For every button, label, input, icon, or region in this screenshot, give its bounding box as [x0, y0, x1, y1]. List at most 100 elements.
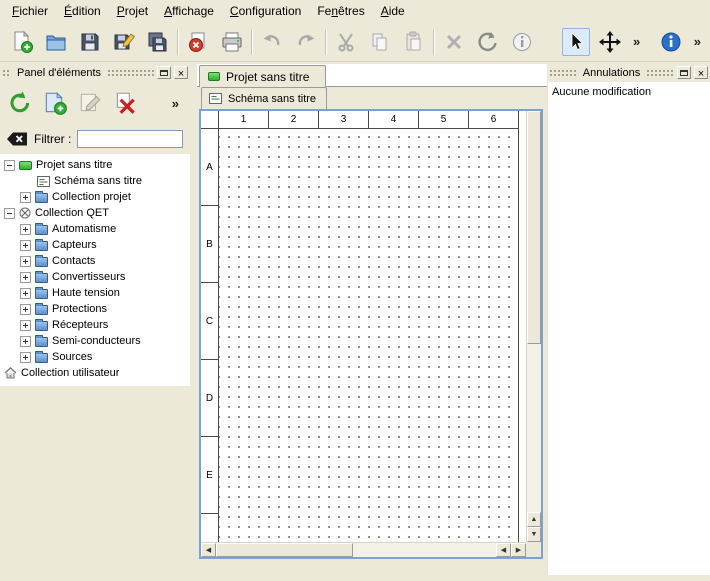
float-dock-button[interactable]: [157, 66, 171, 79]
expand-expander-icon[interactable]: [20, 304, 31, 315]
scroll-down-icon[interactable]: [527, 527, 541, 542]
tree-item-collection-utilisateur[interactable]: Collection utilisateur: [0, 365, 190, 381]
menu-label: ffichage: [172, 4, 214, 18]
tree-item-capteurs[interactable]: Capteurs: [0, 237, 190, 253]
menu-fichier[interactable]: Fichier: [4, 1, 56, 21]
close-dock-button[interactable]: [174, 66, 188, 79]
tree-item-collection-qet[interactable]: Collection QET: [0, 205, 190, 221]
rotate-icon[interactable]: [474, 28, 502, 56]
scroll-left-icon[interactable]: [201, 543, 216, 557]
undo-dock-title: Annulations: [580, 67, 644, 79]
paste-icon[interactable]: [400, 28, 428, 56]
scroll-left-icon[interactable]: [496, 543, 511, 557]
expand-expander-icon[interactable]: [20, 256, 31, 267]
tree-item-schema[interactable]: Schéma sans titre: [0, 173, 190, 189]
tree-item-contacts[interactable]: Contacts: [0, 253, 190, 269]
tools-toolbar-group: »: [562, 28, 643, 56]
tree-item-label: Haute tension: [52, 287, 120, 299]
filter-input[interactable]: [77, 130, 183, 148]
menu-edition[interactable]: Édition: [56, 1, 109, 21]
new-document-icon[interactable]: [8, 28, 36, 56]
edit-element-icon[interactable]: [76, 89, 104, 117]
toolbar-overflow-button[interactable]: »: [691, 34, 704, 49]
column-ruler: 1 2 3 4 5 6: [219, 111, 519, 129]
menu-aide[interactable]: Aide: [373, 1, 413, 21]
tree-item-label: Semi-conducteurs: [52, 335, 141, 347]
vertical-scrollbar-thumb[interactable]: [527, 111, 541, 344]
clear-filter-icon[interactable]: [6, 131, 28, 147]
expand-expander-icon[interactable]: [20, 224, 31, 235]
toolbar-overflow-button[interactable]: »: [630, 34, 643, 49]
move-tool-icon[interactable]: [596, 28, 624, 56]
menu-configuration[interactable]: Configuration: [222, 1, 309, 21]
tree-item-recepteurs[interactable]: Récepteurs: [0, 317, 190, 333]
elements-panel-titlebar[interactable]: Panel d'éléments: [0, 64, 190, 81]
tab-projet-sans-titre[interactable]: Projet sans titre: [199, 65, 326, 87]
tree-item-project[interactable]: Projet sans titre: [0, 157, 190, 173]
qet-collection-icon: [19, 207, 31, 219]
horizontal-scrollbar[interactable]: [201, 542, 526, 557]
open-icon[interactable]: [42, 28, 70, 56]
collapse-expander-icon[interactable]: [4, 208, 15, 219]
delete-icon[interactable]: [440, 28, 468, 56]
tree-item-label: Capteurs: [52, 239, 97, 251]
scroll-up-icon[interactable]: [527, 512, 541, 527]
tree-item-semi-conducteurs[interactable]: Semi-conducteurs: [0, 333, 190, 349]
schema-canvas[interactable]: [219, 129, 518, 542]
scroll-right-icon[interactable]: [511, 543, 526, 557]
expand-expander-icon[interactable]: [20, 352, 31, 363]
tree-item-convertisseurs[interactable]: Convertisseurs: [0, 269, 190, 285]
save-as-icon[interactable]: [110, 28, 138, 56]
qelectrotech-window: Fichier Édition Projet Affichage Configu…: [0, 0, 710, 581]
toolbar-separator: [325, 29, 327, 55]
vertical-scrollbar[interactable]: [526, 111, 541, 542]
expand-expander-icon[interactable]: [20, 336, 31, 347]
help-toolbar-group: »: [657, 28, 704, 56]
float-icon: [680, 70, 688, 76]
tab-schema-sans-titre[interactable]: Schéma sans titre: [201, 87, 327, 109]
float-dock-button[interactable]: [677, 66, 691, 79]
folder-icon: [35, 257, 48, 267]
expand-expander-icon[interactable]: [20, 288, 31, 299]
cut-icon[interactable]: [332, 28, 360, 56]
close-dock-button[interactable]: [694, 66, 708, 79]
menu-fenetres[interactable]: Fenêtres: [309, 1, 372, 21]
undo-dock-titlebar[interactable]: Annulations: [547, 64, 710, 81]
undo-icon[interactable]: [258, 28, 286, 56]
copy-icon[interactable]: [366, 28, 394, 56]
filter-row: Filtrer :: [0, 128, 190, 150]
dock-handle-dots: [107, 69, 154, 77]
expand-expander-icon[interactable]: [20, 320, 31, 331]
expand-expander-icon[interactable]: [20, 272, 31, 283]
tree-item-sources[interactable]: Sources: [0, 349, 190, 365]
about-icon[interactable]: [657, 28, 685, 56]
row-header: A: [201, 129, 218, 206]
folder-icon: [35, 225, 48, 235]
tree-item-collection-projet[interactable]: Collection projet: [0, 189, 190, 205]
schema-icon: [209, 93, 222, 104]
redo-icon[interactable]: [292, 28, 320, 56]
tree-item-haute-tension[interactable]: Haute tension: [0, 285, 190, 301]
expand-expander-icon[interactable]: [20, 240, 31, 251]
horizontal-scrollbar-thumb[interactable]: [216, 543, 353, 557]
save-all-icon[interactable]: [144, 28, 172, 56]
select-tool-icon[interactable]: [562, 28, 590, 56]
menu-projet[interactable]: Projet: [109, 1, 156, 21]
collapse-expander-icon[interactable]: [4, 160, 15, 171]
edit-toolbar-group: [440, 28, 536, 56]
menu-label: dition: [72, 4, 101, 18]
elements-panel-dock: Panel d'éléments » Filtrer : Projet sans…: [0, 64, 190, 581]
undo-history-list[interactable]: Aucune modification: [548, 82, 710, 575]
delete-element-icon[interactable]: [111, 89, 139, 117]
tree-item-protections[interactable]: Protections: [0, 301, 190, 317]
info-icon[interactable]: [508, 28, 536, 56]
save-icon[interactable]: [76, 28, 104, 56]
reload-collections-icon[interactable]: [6, 89, 34, 117]
close-document-icon[interactable]: [184, 28, 212, 56]
tree-item-automatisme[interactable]: Automatisme: [0, 221, 190, 237]
print-icon[interactable]: [218, 28, 246, 56]
menu-affichage[interactable]: Affichage: [156, 1, 222, 21]
expand-expander-icon[interactable]: [20, 192, 31, 203]
new-element-icon[interactable]: [41, 89, 69, 117]
panel-overflow-button[interactable]: »: [169, 96, 182, 111]
